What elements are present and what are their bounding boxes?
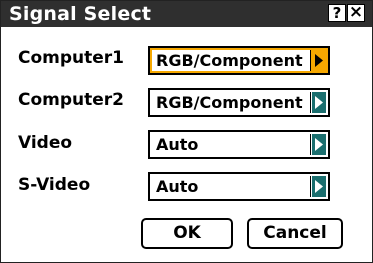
selector-value-box: Auto bbox=[152, 134, 311, 155]
computer2-selector[interactable]: RGB/Component bbox=[148, 88, 330, 117]
signal-select-dialog: Signal Select ? × Computer1 RGB/Componen… bbox=[0, 0, 373, 263]
computer1-selector[interactable]: RGB/Component bbox=[148, 46, 330, 75]
selector-value-box: RGB/Component bbox=[152, 92, 311, 113]
ok-button[interactable]: OK bbox=[141, 218, 233, 249]
s-video-value: Auto bbox=[156, 177, 199, 196]
computer2-value: RGB/Component bbox=[156, 93, 303, 112]
selector-value-box: RGB/Component bbox=[152, 50, 311, 71]
s-video-selector[interactable]: Auto bbox=[148, 172, 330, 201]
right-arrow-icon[interactable] bbox=[312, 92, 326, 113]
selector-value-box: Auto bbox=[152, 176, 311, 197]
right-arrow-icon[interactable] bbox=[312, 176, 326, 197]
computer1-value: RGB/Component bbox=[156, 51, 303, 70]
right-arrow-icon[interactable] bbox=[312, 50, 326, 71]
s-video-label: S-Video bbox=[18, 175, 91, 195]
cancel-button[interactable]: Cancel bbox=[247, 218, 343, 249]
computer2-label: Computer2 bbox=[18, 90, 125, 110]
video-label: Video bbox=[18, 133, 73, 153]
video-selector[interactable]: Auto bbox=[148, 130, 330, 159]
dialog-title: Signal Select bbox=[9, 3, 152, 25]
help-button[interactable]: ? bbox=[328, 4, 346, 22]
computer1-label: Computer1 bbox=[18, 48, 125, 68]
right-arrow-icon[interactable] bbox=[312, 134, 326, 155]
close-button[interactable]: × bbox=[347, 4, 365, 22]
title-bar: Signal Select ? × bbox=[1, 1, 372, 27]
video-value: Auto bbox=[156, 135, 199, 154]
